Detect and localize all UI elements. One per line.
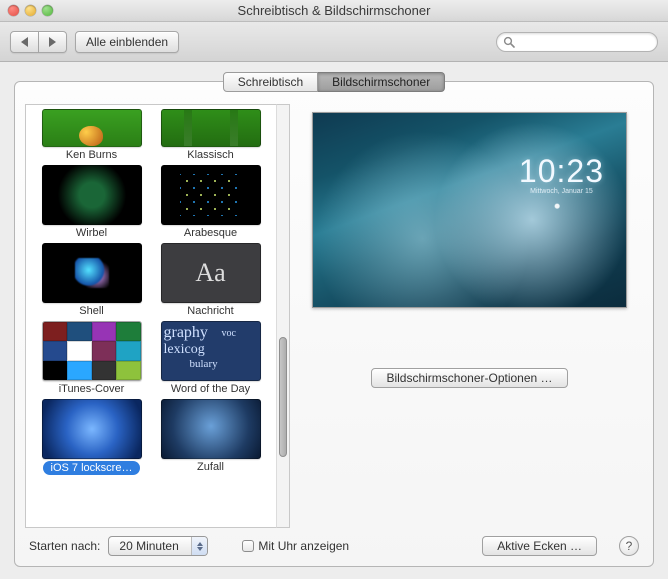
screensaver-label: iOS 7 lockscre… <box>43 461 141 475</box>
start-after-label: Starten nach: <box>29 539 100 553</box>
chevron-right-icon <box>49 37 56 47</box>
screensaver-label: Klassisch <box>187 149 233 161</box>
hot-corners-button[interactable]: Aktive Ecken … <box>482 536 597 556</box>
screensaver-list[interactable]: Ken Burns Klassisch Wirbel Arabesque Shell Aa… <box>25 104 276 528</box>
screensaver-wirbel[interactable]: Wirbel <box>38 165 145 239</box>
back-button[interactable] <box>10 31 39 53</box>
screensaver-arabesque[interactable]: Arabesque <box>157 165 264 239</box>
bottom-bar: Starten nach: 20 Minuten Mit Uhr anzeige… <box>25 528 643 556</box>
show-clock-label: Mit Uhr anzeigen <box>258 539 349 553</box>
titlebar: Schreibtisch & Bildschirmschoner <box>0 0 668 22</box>
screensaver-label: iTunes-Cover <box>59 383 125 395</box>
screensaver-zufall[interactable]: Zufall <box>157 399 264 475</box>
screensaver-word-of-the-day[interactable]: graphylexicogvocbulary Word of the Day <box>157 321 264 395</box>
screensaver-options-button[interactable]: Bildschirmschoner-Optionen … <box>371 368 567 388</box>
screensaver-thumb <box>42 165 142 225</box>
pref-panel: Ken Burns Klassisch Wirbel Arabesque Shell Aa… <box>14 81 654 567</box>
screensaver-itunes-cover[interactable]: iTunes-Cover <box>38 321 145 395</box>
show-all-button[interactable]: Alle einblenden <box>75 31 179 53</box>
screensaver-thumb <box>42 109 142 147</box>
screensaver-thumb <box>42 243 142 303</box>
screensaver-label: Word of the Day <box>171 383 250 395</box>
forward-button[interactable] <box>39 31 67 53</box>
show-clock-checkbox[interactable]: Mit Uhr anzeigen <box>242 539 349 553</box>
screensaver-nachricht[interactable]: Aa Nachricht <box>157 243 264 317</box>
screensaver-label: Wirbel <box>76 227 107 239</box>
screensaver-klassisch[interactable]: Klassisch <box>157 109 264 161</box>
stepper-arrows-icon <box>191 537 207 555</box>
screensaver-thumb <box>161 165 261 225</box>
start-after-select[interactable]: 20 Minuten <box>108 536 208 556</box>
scrollbar-thumb[interactable] <box>279 337 287 457</box>
checkbox-icon <box>242 540 254 552</box>
screensaver-thumb <box>161 109 261 147</box>
screensaver-label: Nachricht <box>187 305 233 317</box>
screensaver-shell[interactable]: Shell <box>38 243 145 317</box>
screensaver-thumb <box>42 321 142 381</box>
preview-clock: 10:23 Mittwoch, Januar 15 <box>519 153 604 195</box>
search-input[interactable] <box>519 36 651 48</box>
tab-desktop[interactable]: Schreibtisch <box>223 72 318 92</box>
nav-seg <box>10 31 67 53</box>
tabs: Schreibtisch Bildschirmschoner <box>223 72 445 92</box>
screensaver-thumb: Aa <box>161 243 261 303</box>
screensaver-label: Zufall <box>197 461 224 473</box>
window-title: Schreibtisch & Bildschirmschoner <box>0 3 668 18</box>
screensaver-thumb <box>42 399 142 459</box>
screensaver-thumb <box>161 399 261 459</box>
preview-date: Mittwoch, Januar 15 <box>519 188 604 195</box>
screensaver-label: Ken Burns <box>66 149 117 161</box>
scrollbar[interactable] <box>276 104 290 528</box>
tab-screensaver[interactable]: Bildschirmschoner <box>318 72 445 92</box>
toolbar: Alle einblenden <box>0 22 668 62</box>
search-field[interactable] <box>496 32 658 52</box>
preview-time: 10:23 <box>519 153 604 190</box>
chevron-left-icon <box>21 37 28 47</box>
start-after-value: 20 Minuten <box>119 539 178 553</box>
screensaver-thumb: graphylexicogvocbulary <box>161 321 261 381</box>
screensaver-preview: 10:23 Mittwoch, Januar 15 <box>312 112 627 308</box>
help-button[interactable]: ? <box>619 536 639 556</box>
screensaver-label: Shell <box>79 305 103 317</box>
search-icon <box>503 36 515 48</box>
screensaver-label: Arabesque <box>184 227 237 239</box>
screensaver-ios7-lockscreen[interactable]: iOS 7 lockscre… <box>38 399 145 475</box>
screensaver-ken-burns[interactable]: Ken Burns <box>38 109 145 161</box>
